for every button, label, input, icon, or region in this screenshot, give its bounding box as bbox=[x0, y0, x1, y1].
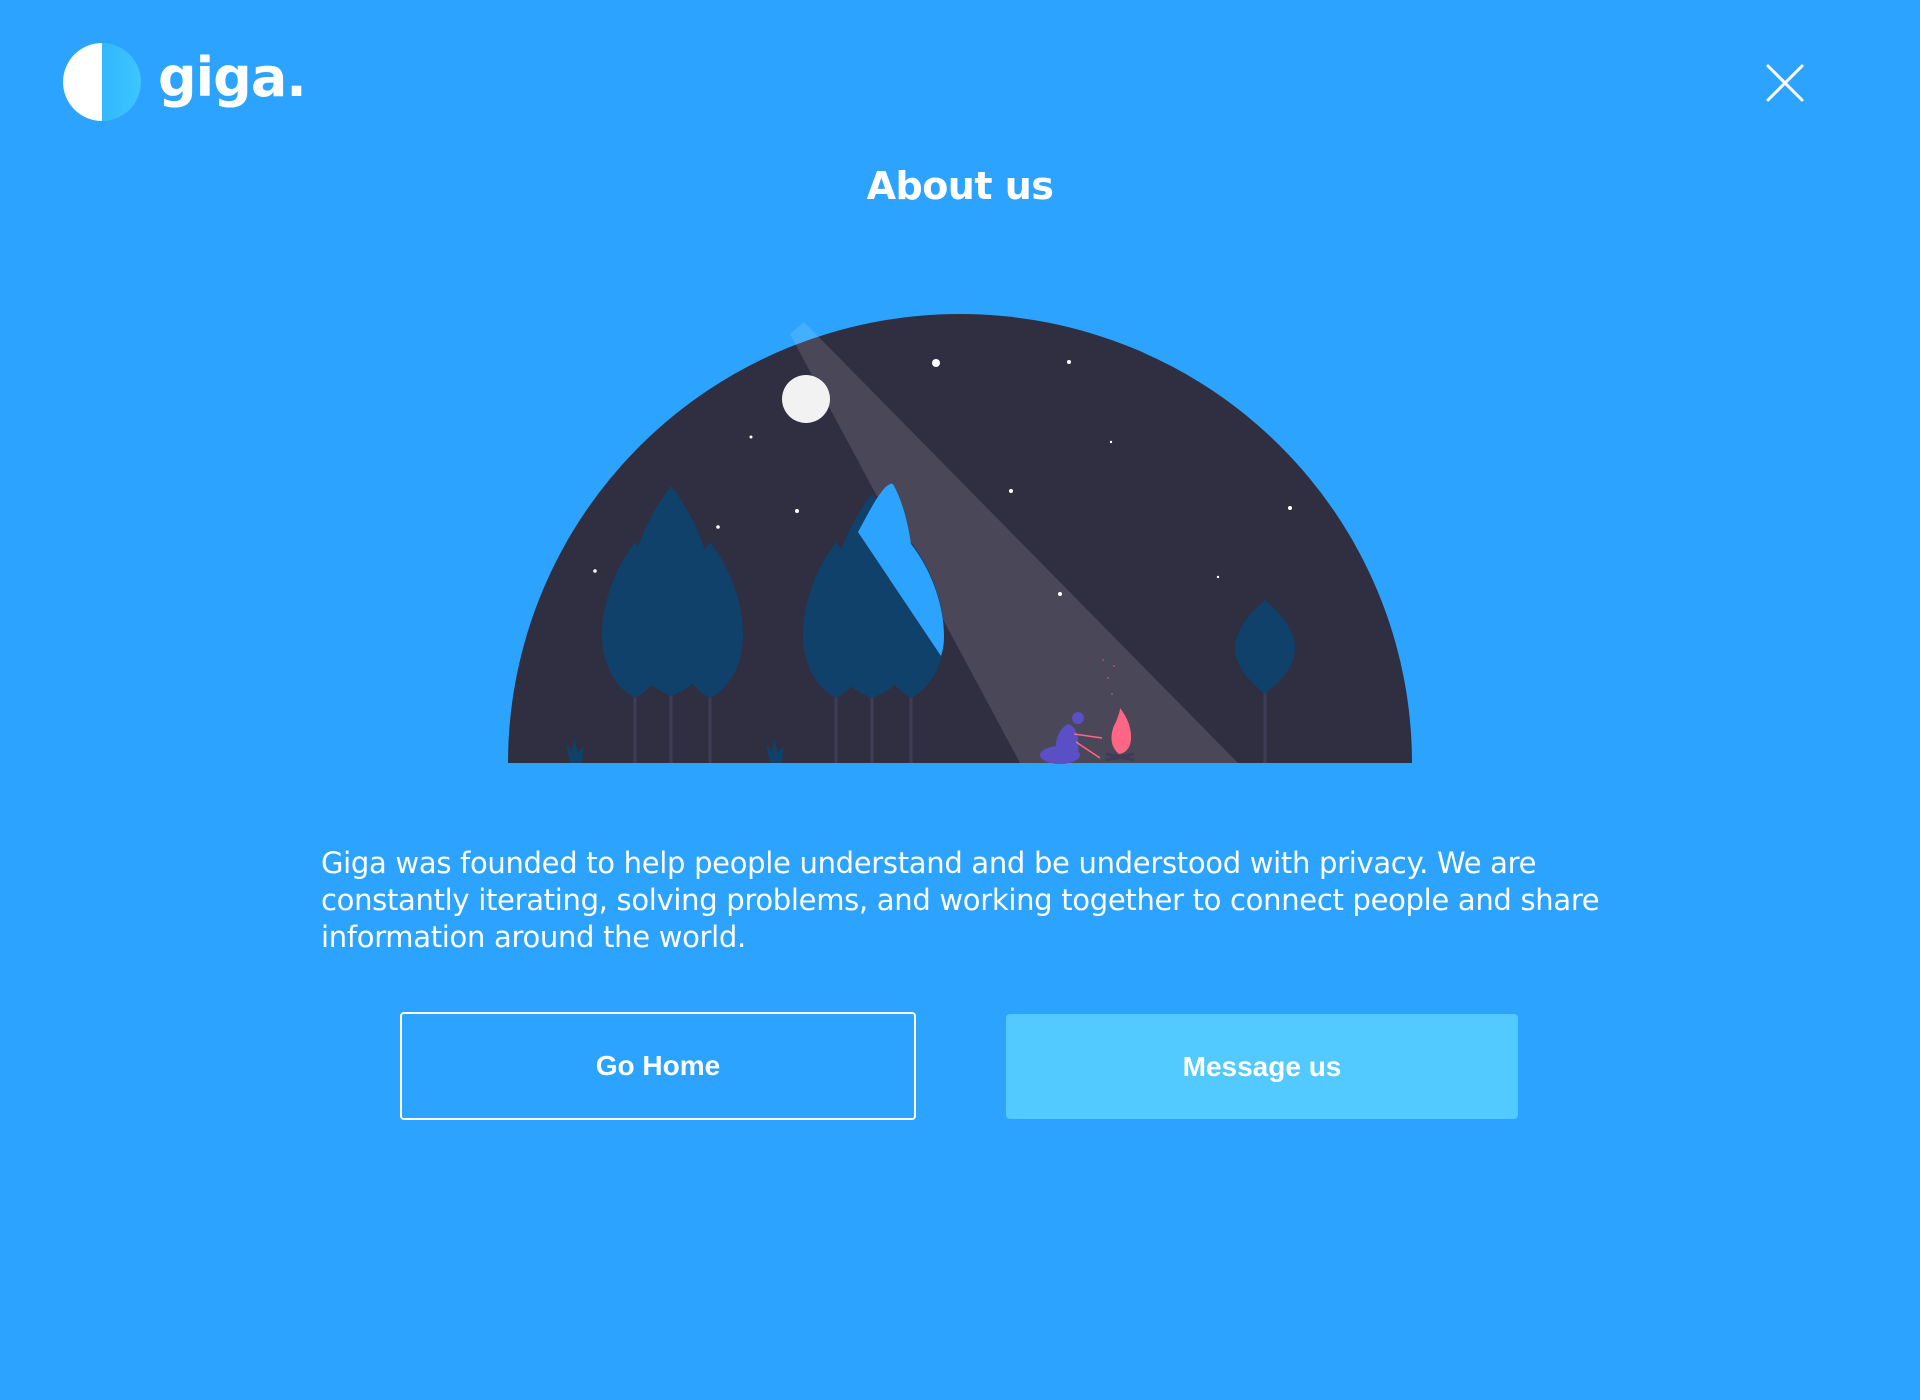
message-us-button[interactable]: Message us bbox=[1006, 1014, 1518, 1119]
night-camping-illustration bbox=[508, 314, 1412, 764]
giga-logo[interactable]: giga. bbox=[62, 42, 307, 122]
page-title: About us bbox=[866, 164, 1054, 208]
half-circle-logo-icon bbox=[63, 43, 141, 121]
go-home-button[interactable]: Go Home bbox=[400, 1012, 916, 1120]
close-icon bbox=[1766, 64, 1804, 102]
moon bbox=[782, 375, 830, 423]
close-button[interactable] bbox=[1764, 62, 1806, 104]
about-description: Giga was founded to help people understa… bbox=[321, 846, 1600, 954]
brand-name: giga. bbox=[158, 46, 307, 109]
about-page: giga. About us Giga was founded to help … bbox=[0, 0, 1920, 1400]
